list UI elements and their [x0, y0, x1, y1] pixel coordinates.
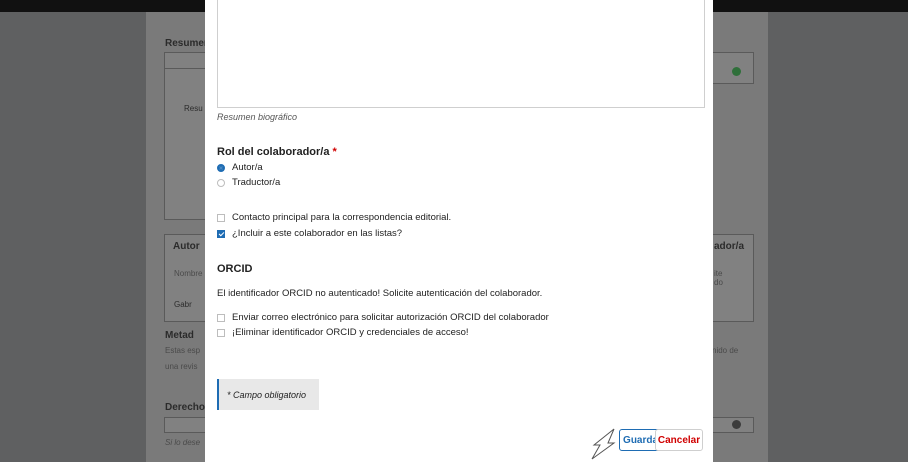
required-fields-notice: * Campo obligatorio	[217, 379, 319, 410]
orcid-message: El identificador ORCID no autenticado! S…	[217, 288, 543, 299]
role-label-text: Rol del colaborador/a	[217, 146, 330, 158]
bg-author-row: Gabr	[174, 300, 192, 309]
checkbox-checked[interactable]	[217, 229, 225, 238]
checkbox[interactable]	[217, 213, 225, 222]
role-option-label: Traductor/a	[232, 177, 281, 188]
bg-metadata-text-2: una revis	[165, 362, 198, 371]
bio-textarea[interactable]	[217, 0, 705, 108]
checkbox-label: Contacto principal para la correspondenc…	[232, 212, 452, 223]
include-in-lists-option[interactable]: ¿Incluir a este colaborador en las lista…	[217, 228, 402, 239]
orcid-request-option[interactable]: Enviar correo electrónico para solicitar…	[217, 312, 549, 323]
radio-selected-icon[interactable]	[217, 163, 225, 172]
bio-help-text: Resumen biográfico	[217, 112, 298, 122]
bg-metadata-heading: Metad	[165, 330, 194, 341]
globe-icon	[732, 67, 741, 76]
required-fields-text: * Campo obligatorio	[227, 389, 307, 400]
checkbox-label: ¡Eliminar identificador ORCID y credenci…	[232, 327, 469, 338]
cancel-button[interactable]: Cancelar	[655, 429, 703, 451]
checkbox[interactable]	[217, 328, 225, 337]
checkbox-label: Enviar correo electrónico para solicitar…	[232, 312, 549, 323]
globe-icon	[732, 420, 741, 429]
bg-derechos-heading: Derecho	[165, 402, 206, 413]
bg-metadata-text-1: Estas esp	[165, 346, 201, 355]
bg-derechos-help: Si lo dese	[165, 438, 201, 447]
orcid-delete-option[interactable]: ¡Eliminar identificador ORCID y credenci…	[217, 327, 469, 338]
required-mark: *	[332, 146, 337, 158]
mouse-cursor-icon	[591, 428, 616, 460]
checkbox[interactable]	[217, 313, 225, 322]
role-option-author[interactable]: Autor/a	[217, 162, 263, 173]
role-option-translator[interactable]: Traductor/a	[217, 177, 280, 188]
bg-metadata-right: nido de	[712, 346, 739, 355]
role-option-label: Autor/a	[232, 162, 263, 173]
bg-add-author-button: ador/a	[714, 241, 745, 252]
radio-unselected-icon[interactable]	[217, 178, 225, 187]
bg-nombre-col: Nombre	[174, 269, 203, 278]
bg-autores-heading: Autor	[173, 241, 200, 252]
role-label: Rol del colaborador/a *	[217, 146, 337, 158]
bg-right-col-1: ite	[714, 269, 723, 278]
bg-resumen-inner: Resu	[184, 104, 203, 113]
bg-editor	[164, 68, 206, 220]
edit-contributor-modal: Resumen biográfico Rol del colaborador/a…	[205, 0, 713, 462]
orcid-heading: ORCID	[217, 263, 253, 275]
primary-contact-option[interactable]: Contacto principal para la correspondenc…	[217, 212, 451, 223]
bg-derechos-field	[164, 417, 206, 433]
bg-right-col-2: do	[714, 278, 723, 287]
bg-resumen-heading: Resumen	[165, 38, 211, 49]
checkbox-label: ¿Incluir a este colaborador en las lista…	[232, 228, 403, 239]
